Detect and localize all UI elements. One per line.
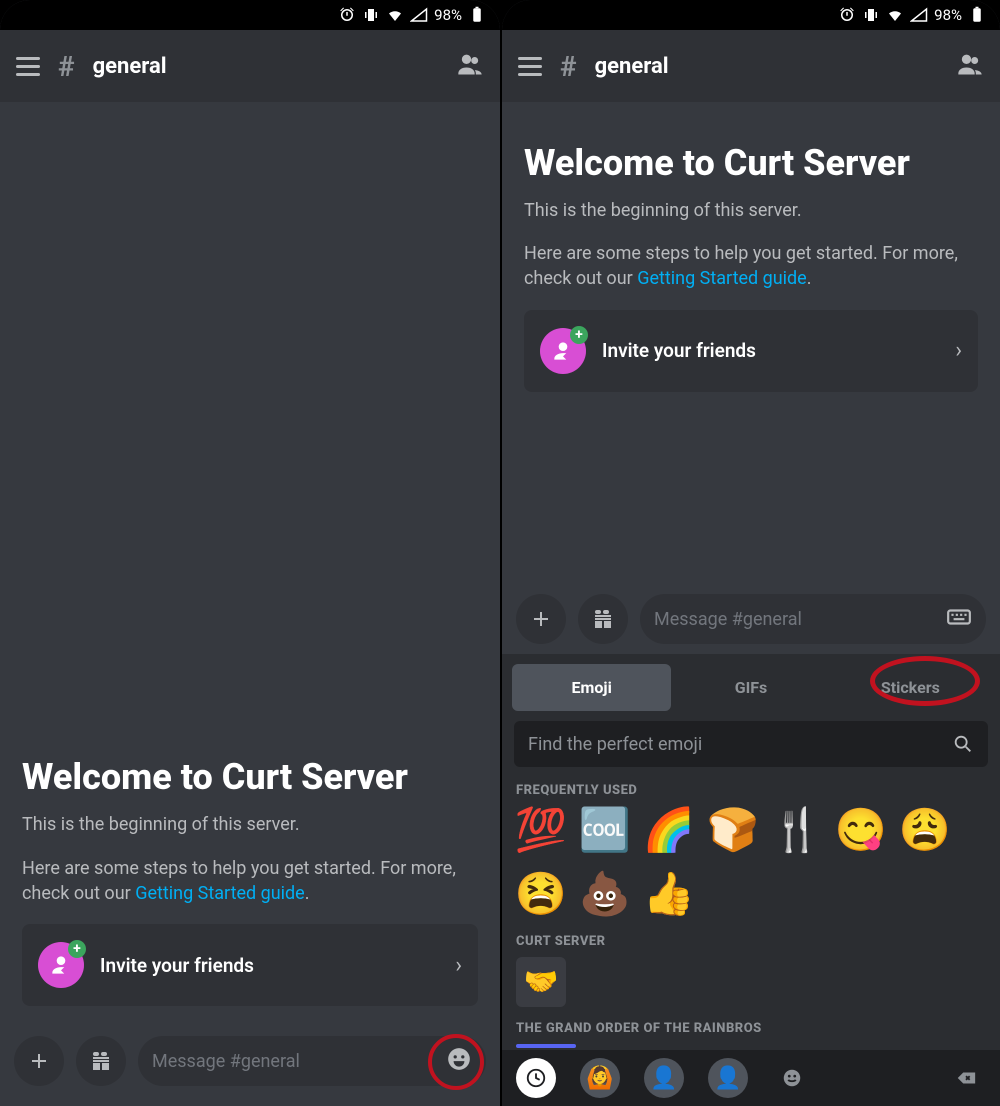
menu-button[interactable] — [518, 57, 542, 76]
emoji-tabs: Emoji GIFs Stickers — [502, 654, 1000, 711]
custom-emoji[interactable]: 🤝 — [516, 957, 566, 1007]
channel-header: # general — [502, 30, 1000, 102]
welcome-subtitle: This is the beginning of this server. — [22, 812, 478, 837]
chevron-right-icon: › — [955, 338, 962, 363]
keyboard-toggle-button[interactable] — [946, 604, 972, 634]
wifi-icon — [886, 6, 904, 24]
invite-friends-card[interactable]: + Invite your friends › — [524, 310, 978, 392]
emoji-item[interactable]: 👍 — [644, 870, 694, 920]
channel-content: Welcome to Curt Server This is the begin… — [0, 102, 500, 1026]
members-button[interactable] — [956, 50, 984, 82]
emoji-toggle-button[interactable] — [446, 1046, 472, 1076]
chevron-right-icon: › — [455, 953, 462, 978]
hash-icon: # — [560, 50, 577, 83]
welcome-title: Welcome to Curt Server — [524, 142, 978, 184]
emoji-search-input[interactable]: Find the perfect emoji — [514, 721, 988, 767]
gift-button[interactable] — [76, 1036, 126, 1086]
emoji-item[interactable]: 🍞 — [708, 806, 758, 856]
attach-button[interactable] — [516, 594, 566, 644]
message-input[interactable]: Message #general — [138, 1036, 486, 1086]
emoji-item[interactable]: 🌈 — [644, 806, 694, 856]
message-input-bar: Message #general — [0, 1026, 500, 1106]
signal-icon — [910, 6, 928, 24]
welcome-subtitle: This is the beginning of this server. — [524, 198, 978, 223]
invite-avatar-icon: + — [38, 942, 84, 988]
category-server-2[interactable]: 👤 — [644, 1058, 684, 1098]
category-recent-button[interactable] — [516, 1058, 556, 1098]
emoji-item[interactable]: 💩 — [580, 870, 630, 920]
channel-name: general — [93, 54, 167, 79]
battery-text: 98% — [434, 6, 462, 24]
section-server1: CURT SERVER — [502, 928, 1000, 957]
emoji-item[interactable]: 😫 — [516, 870, 566, 920]
vibrate-icon — [862, 6, 880, 24]
emoji-item[interactable]: 😩 — [900, 806, 950, 856]
invite-avatar-icon: + — [540, 328, 586, 374]
attach-button[interactable] — [14, 1036, 64, 1086]
menu-button[interactable] — [16, 57, 40, 76]
welcome-help: Here are some steps to help you get star… — [22, 856, 478, 906]
battery-icon — [968, 6, 986, 24]
alarm-icon — [338, 6, 356, 24]
search-icon — [952, 733, 974, 755]
category-server-1[interactable]: 🙆 — [580, 1058, 620, 1098]
channel-content: Welcome to Curt Server This is the begin… — [502, 102, 1000, 584]
status-bar: 98% — [502, 0, 1000, 30]
wifi-icon — [386, 6, 404, 24]
message-placeholder: Message #general — [654, 609, 936, 630]
emoji-search-placeholder: Find the perfect emoji — [528, 734, 942, 755]
section-indicator — [516, 1044, 576, 1048]
channel-header: # general — [0, 30, 500, 102]
channel-name: general — [595, 54, 669, 79]
welcome-title: Welcome to Curt Server — [22, 756, 478, 798]
emoji-item[interactable]: 💯 — [516, 806, 566, 856]
category-server-3[interactable]: 👤 — [708, 1058, 748, 1098]
emoji-server1-grid: 🤝 — [502, 957, 1000, 1015]
emoji-item[interactable]: 🍴 — [772, 806, 822, 856]
battery-text: 98% — [934, 6, 962, 24]
plus-badge-icon: + — [68, 940, 86, 958]
getting-started-link[interactable]: Getting Started guide — [135, 883, 305, 904]
section-server2: THE GRAND ORDER OF THE RAINBROS — [502, 1015, 1000, 1044]
message-placeholder: Message #general — [152, 1051, 436, 1072]
backspace-button[interactable] — [946, 1058, 986, 1098]
tab-gifs[interactable]: GIFs — [671, 664, 830, 711]
welcome-help: Here are some steps to help you get star… — [524, 241, 978, 291]
emoji-panel: Emoji GIFs Stickers Find the perfect emo… — [502, 654, 1000, 1106]
emoji-frequent-grid: 💯 🆒 🌈 🍞 🍴 😋 😩 😫 💩 👍 — [502, 806, 1000, 928]
invite-label: Invite your friends — [100, 954, 439, 977]
invite-label: Invite your friends — [602, 339, 939, 362]
members-button[interactable] — [456, 50, 484, 82]
hash-icon: # — [58, 50, 75, 83]
signal-icon — [410, 6, 428, 24]
tab-emoji[interactable]: Emoji — [512, 664, 671, 711]
battery-icon — [468, 6, 486, 24]
message-input[interactable]: Message #general — [640, 594, 986, 644]
emoji-item[interactable]: 🆒 — [580, 806, 630, 856]
getting-started-link[interactable]: Getting Started guide — [637, 268, 807, 289]
status-bar: 98% — [0, 0, 500, 30]
alarm-icon — [838, 6, 856, 24]
vibrate-icon — [362, 6, 380, 24]
plus-badge-icon: + — [570, 326, 588, 344]
category-smileys-button[interactable] — [772, 1058, 812, 1098]
section-frequent: FREQUENTLY USED — [502, 777, 1000, 806]
emoji-category-bar: 🙆 👤 👤 — [502, 1050, 1000, 1106]
message-input-bar: Message #general — [502, 584, 1000, 654]
invite-friends-card[interactable]: + Invite your friends › — [22, 924, 478, 1006]
tab-stickers[interactable]: Stickers — [831, 664, 990, 711]
gift-button[interactable] — [578, 594, 628, 644]
right-screenshot: 98% # general Welcome to Curt Server Thi… — [500, 0, 1000, 1106]
emoji-item[interactable]: 😋 — [836, 806, 886, 856]
left-screenshot: 98% # general Welcome to Curt Server Thi… — [0, 0, 500, 1106]
